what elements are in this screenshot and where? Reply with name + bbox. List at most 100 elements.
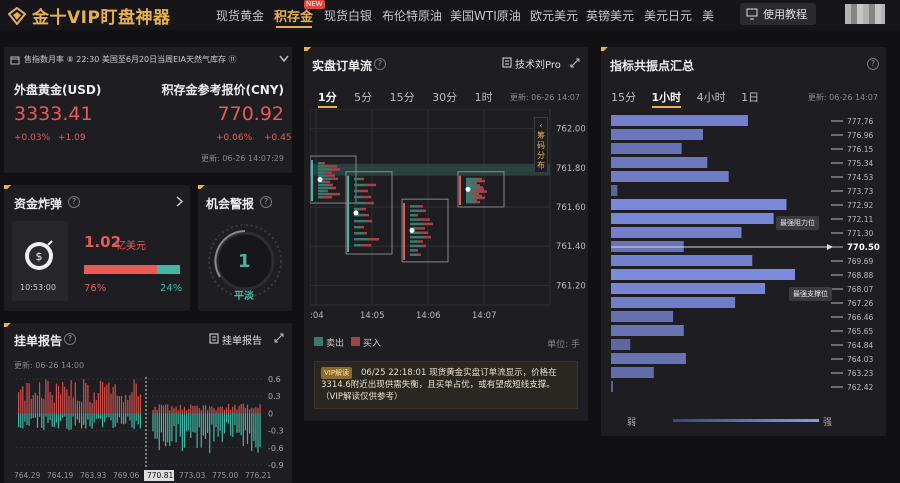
help-icon[interactable]: ? [867,58,879,70]
report-bar-positive [152,409,154,414]
report-bar-positive [186,410,188,414]
report-bar-negative [230,413,232,436]
logo[interactable]: 金十VIP盯盘神器 [8,3,170,28]
buy-legend-label: 买入 [363,339,382,349]
nav-eurusd[interactable]: 欧元美元 [530,7,578,24]
order-flow-link[interactable]: 技术刘Pro [515,56,561,71]
chip-distribution-toggle[interactable]: ‹ 筹码分布 [534,117,548,173]
report-bar-negative [28,413,30,426]
resonance-level: 769.69 [847,257,873,266]
chevron-down-icon[interactable] [279,55,289,63]
tab-15min[interactable]: 15分 [390,91,415,104]
report-bar-negative [43,413,45,430]
tab-1hour[interactable]: 1时 [475,91,493,104]
report-bar-negative [200,413,202,448]
expand-icon[interactable] [274,333,284,343]
nav-brent-oil[interactable]: 布伦特原油 [382,7,442,24]
nav-more[interactable]: 美 [702,7,714,24]
report-y-tick: -0.3 [268,427,284,436]
vip-insight-box[interactable]: VIP解读 06/25 22:18:01 现货黄金实盘订单流显示，价格在3314… [314,361,578,409]
report-bar-positive [215,410,217,414]
resonance-chart: 777.76 776.96 776.15 775.34 774.53 773.73 772.… [611,115,880,392]
nav-wti-oil[interactable]: 美国WTI原油 [450,7,521,24]
report-bar-negative [236,413,238,433]
flow-buy-bar [364,231,367,235]
report-bar-negative [108,413,110,418]
nav-spot-gold[interactable]: 现货黄金 [216,7,264,24]
report-bar-negative [51,413,53,427]
alert-title: 机会警报 [206,197,255,211]
avatar[interactable] [845,4,885,24]
report-bar-positive [173,408,175,414]
report-bar-positive [87,384,89,414]
report-bar-negative [171,413,173,442]
help-icon[interactable]: ? [374,58,386,70]
nav-usdjpy[interactable]: 美元日元 [644,7,692,24]
flow-buy-bar [366,201,374,205]
order-report-link[interactable]: 挂单报告 [222,332,262,347]
report-bar-positive [70,380,72,414]
flow-buy-bar [324,180,330,184]
report-bar-negative [57,413,60,429]
tab-15min[interactable]: 15分 [611,91,636,104]
nav-spot-silver[interactable]: 现货白银 [324,7,372,24]
flow-poc-dot [409,228,415,234]
fund-time: 10:53:00 [20,283,56,292]
tab-4hour[interactable]: 4小时 [697,91,726,104]
panel-corner-accent [198,185,208,189]
report-bar-positive [83,379,85,414]
chevron-right-icon[interactable] [176,196,184,207]
report-bar-negative [156,413,158,439]
help-icon[interactable]: ? [64,333,76,345]
report-bar-positive [116,395,118,414]
monitor-icon [746,8,758,20]
report-bar-positive [127,399,129,414]
resonance-level: 765.65 [847,327,873,336]
tab-1day[interactable]: 1日 [741,91,759,104]
report-bar-negative [162,413,165,442]
resonance-bar [611,269,796,280]
report-bar-negative [22,413,24,429]
flow-sell-bar [354,244,361,247]
event-ticker[interactable]: 售指数月率 ⑧ 22:30 美国至6月20日当周EIA天然气库存 ⑪ [24,54,237,65]
report-bar-negative [240,413,242,436]
flow-buy-bar [327,174,335,177]
report-bar-positive [110,393,112,414]
report-bar-negative [232,413,234,437]
fund-sell-fill [84,265,157,274]
expand-icon[interactable] [570,58,580,68]
help-icon[interactable]: ? [260,196,272,208]
accum-gold-title: 积存金参考报价(CNY) [161,83,284,97]
flow-buy-bar [323,171,332,174]
flow-sell-bar [410,249,414,252]
tab-30min[interactable]: 30分 [432,91,457,104]
report-bar-positive [62,382,64,414]
buy-legend-swatch [351,337,360,346]
report-bar-positive [225,407,228,414]
report-bar-positive [204,405,207,414]
flow-sell-bar [318,186,332,190]
report-bar-positive [26,382,28,414]
flow-sell-bar [354,237,368,241]
report-y-tick: 0 [268,409,273,418]
report-bar-negative [85,413,87,429]
report-bar-negative [70,413,72,430]
flow-poc-dot [465,186,471,192]
tab-1hour[interactable]: 1小时 [651,91,682,108]
report-bar-positive [221,406,223,414]
tab-5min[interactable]: 5分 [354,91,372,104]
report-bar-positive [162,405,165,414]
help-icon[interactable]: ? [68,196,80,208]
report-bar-positive [39,382,41,414]
resonance-tabs: 15分 1小时 4小时 1日 [611,89,759,108]
report-bar-positive [64,386,66,414]
tutorial-button[interactable]: 使用教程 [740,3,816,25]
report-bar-positive [78,401,81,414]
report-bar-negative [102,413,104,428]
report-bar-positive [93,392,95,414]
nav-gbpusd[interactable]: 英镑美元 [586,7,634,24]
tab-1min[interactable]: 1分 [318,91,337,108]
resonance-level: 768.88 [847,271,873,280]
report-bar-negative [257,413,259,453]
report-bar-negative [125,413,127,424]
